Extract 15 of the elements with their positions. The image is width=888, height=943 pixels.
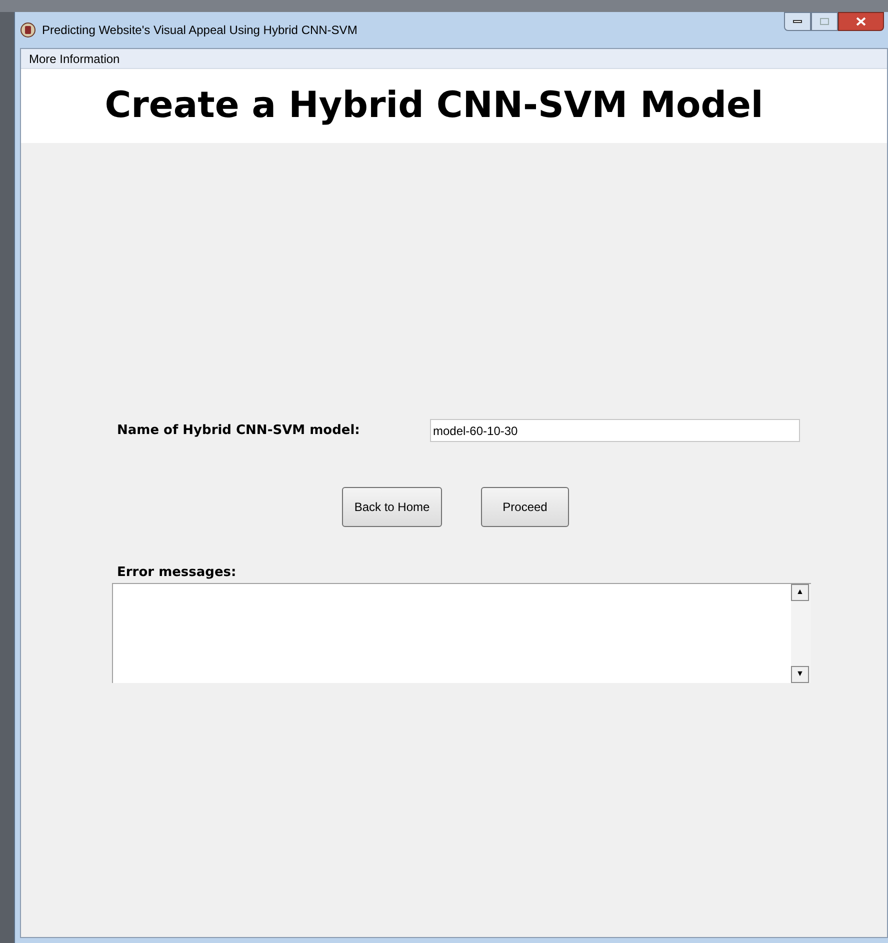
close-button[interactable] — [838, 12, 884, 31]
window-title: Predicting Website's Visual Appeal Using Hybrid CNN-SVM — [42, 22, 358, 39]
error-messages-box[interactable]: ▲ ▼ — [112, 582, 811, 682]
scroll-down-button[interactable]: ▼ — [791, 666, 809, 682]
error-messages-label: Error messages: — [117, 564, 238, 582]
field-label: Name of Hybrid CNN-SVM model: — [117, 422, 361, 440]
minimize-button[interactable] — [784, 12, 811, 31]
back-to-home-button[interactable]: Back to Home — [342, 487, 442, 527]
scroll-up-button[interactable]: ▲ — [791, 584, 809, 600]
close-icon — [856, 17, 866, 26]
app-logo-icon — [20, 22, 36, 38]
proceed-button[interactable]: Proceed — [481, 487, 569, 527]
page-heading: Create a Hybrid CNN-SVM Model — [104, 84, 764, 128]
menu-item[interactable]: More Information — [21, 50, 128, 68]
model-name-field[interactable]: model-60-10-30 — [430, 419, 800, 442]
